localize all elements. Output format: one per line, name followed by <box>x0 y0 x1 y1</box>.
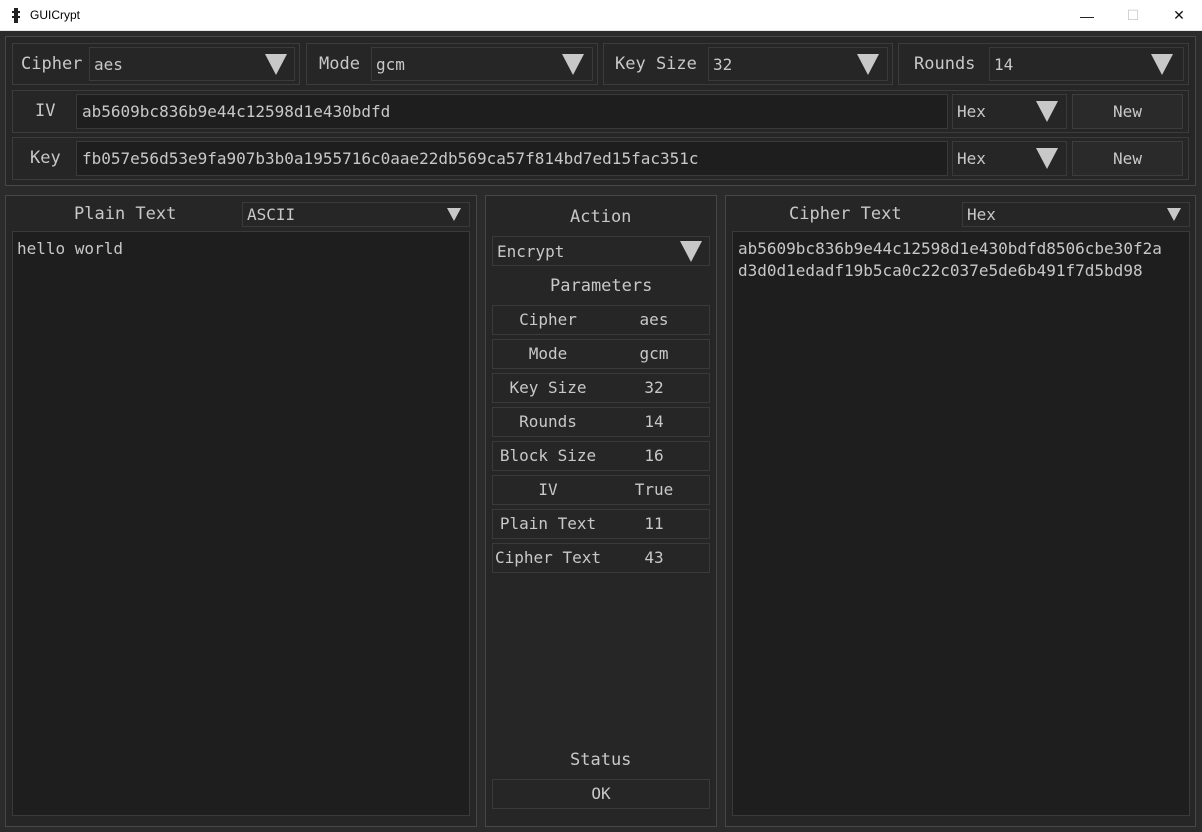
param-value: 43 <box>644 548 664 567</box>
iv-encoding-select[interactable]: Hex <box>952 94 1067 129</box>
param-row-iv: IV True <box>492 475 710 505</box>
close-button[interactable]: ✕ <box>1156 0 1202 31</box>
key-size-select-value: 32 <box>713 54 733 74</box>
chevron-down-icon <box>562 54 584 75</box>
chevron-down-icon <box>447 208 461 221</box>
iv-input-value: ab5609bc836b9e44c12598d1e430bdfd <box>82 102 391 121</box>
action-select-value: Encrypt <box>497 241 565 261</box>
cipher-label: Cipher <box>21 54 83 74</box>
maximize-icon: ☐ <box>1126 7 1140 23</box>
chevron-down-icon <box>680 241 702 262</box>
param-row-mode: Mode gcm <box>492 339 710 369</box>
cipher-encoding-value: Hex <box>967 205 996 224</box>
window-title: GUICrypt <box>30 8 81 22</box>
param-value: 11 <box>644 514 664 533</box>
cipher-text-label: Cipher Text <box>789 204 902 224</box>
param-value: 14 <box>644 412 664 431</box>
action-label: Action <box>570 207 632 227</box>
plain-text-label: Plain Text <box>74 204 177 224</box>
iv-input[interactable]: ab5609bc836b9e44c12598d1e430bdfd <box>76 94 948 129</box>
rounds-select-value: 14 <box>994 54 1014 74</box>
minimize-icon: — <box>1080 7 1094 24</box>
iv-encoding-value: Hex <box>957 102 986 121</box>
plain-encoding-select[interactable]: ASCII <box>242 202 470 227</box>
param-key: Plain Text <box>499 514 597 533</box>
cipher-encoding-select[interactable]: Hex <box>962 202 1190 227</box>
param-value: gcm <box>639 344 669 363</box>
new-key-button[interactable]: New <box>1072 141 1183 176</box>
chevron-down-icon <box>265 54 287 75</box>
parameters-label: Parameters <box>550 276 653 296</box>
key-size-select[interactable]: 32 <box>708 47 888 81</box>
chevron-down-icon <box>1036 148 1058 169</box>
rounds-label: Rounds <box>914 54 976 74</box>
plain-encoding-value: ASCII <box>247 205 296 224</box>
status-box: OK <box>492 779 710 809</box>
mode-select-value: gcm <box>376 54 405 74</box>
app-key-icon <box>11 8 21 23</box>
param-value: 16 <box>644 446 664 465</box>
param-key: Block Size <box>499 446 597 465</box>
status-value: OK <box>591 784 611 803</box>
param-key: Cipher Text <box>495 548 601 567</box>
chevron-down-icon <box>857 54 879 75</box>
param-value: True <box>634 480 674 499</box>
param-key: Cipher <box>519 310 577 329</box>
cipher-text-area[interactable]: ab5609bc836b9e44c12598d1e430bdfd8506cbe3… <box>732 231 1190 816</box>
param-row-rounds: Rounds 14 <box>492 407 710 437</box>
param-value: aes <box>639 310 669 329</box>
key-encoding-value: Hex <box>957 149 986 168</box>
key-size-label: Key Size <box>615 54 697 74</box>
new-iv-label: New <box>1113 102 1142 121</box>
param-row-cipher: Cipher aes <box>492 305 710 335</box>
chevron-down-icon <box>1167 208 1181 221</box>
param-key: IV <box>538 480 558 499</box>
param-key: Rounds <box>519 412 577 431</box>
mode-label: Mode <box>319 54 360 74</box>
chevron-down-icon <box>1036 101 1058 122</box>
cipher-select-value: aes <box>94 54 123 74</box>
rounds-select[interactable]: 14 <box>989 47 1184 81</box>
key-input-value: fb057e56d53e9fa907b3b0a1955716c0aae22db5… <box>82 149 699 168</box>
cipher-select[interactable]: aes <box>89 47 295 81</box>
mode-select[interactable]: gcm <box>371 47 593 81</box>
title-bar: GUICrypt — ☐ ✕ <box>0 0 1202 31</box>
key-encoding-select[interactable]: Hex <box>952 141 1067 176</box>
iv-label: IV <box>35 101 56 121</box>
key-input[interactable]: fb057e56d53e9fa907b3b0a1955716c0aae22db5… <box>76 141 948 176</box>
param-value: 32 <box>644 378 664 397</box>
status-label: Status <box>570 750 632 770</box>
key-label: Key <box>30 148 61 168</box>
minimize-button[interactable]: — <box>1064 0 1110 31</box>
new-key-label: New <box>1113 149 1142 168</box>
param-row-key-size: Key Size 32 <box>492 373 710 403</box>
param-key: Key Size <box>509 378 587 397</box>
plain-text-area[interactable]: hello world <box>12 231 470 816</box>
param-row-plain-text: Plain Text 11 <box>492 509 710 539</box>
new-iv-button[interactable]: New <box>1072 94 1183 129</box>
param-row-block-size: Block Size 16 <box>492 441 710 471</box>
chevron-down-icon <box>1151 54 1173 75</box>
param-row-cipher-text: Cipher Text 43 <box>492 543 710 573</box>
maximize-button[interactable]: ☐ <box>1110 0 1156 31</box>
param-key: Mode <box>528 344 568 363</box>
close-icon: ✕ <box>1173 7 1185 23</box>
action-select[interactable]: Encrypt <box>492 236 710 266</box>
